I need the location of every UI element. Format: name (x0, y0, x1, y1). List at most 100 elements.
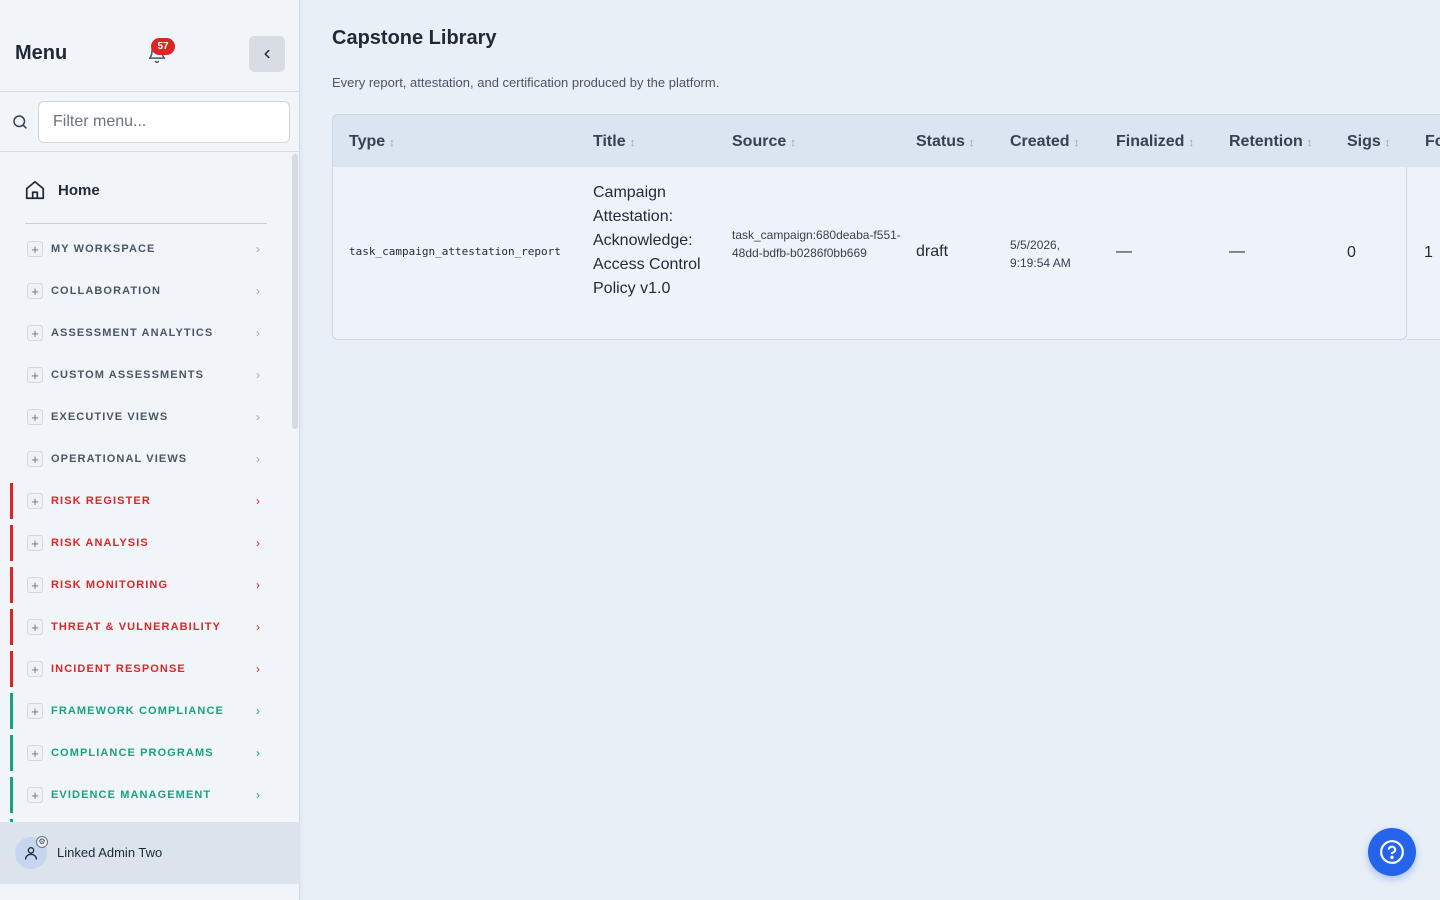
plus-icon[interactable]: + (27, 325, 43, 341)
cell-created: 5/5/2026, 9:19:54 AM (1010, 238, 1071, 270)
sidebar-group-label: EXECUTIVE VIEWS (51, 411, 169, 423)
sidebar-group-risk-analysis[interactable]: + RISK ANALYSIS › (10, 525, 272, 561)
table-row[interactable]: task_campaign_attestation_report Campaig… (332, 167, 1407, 340)
cell-retention: — (1229, 243, 1245, 260)
sidebar-group-risk-register[interactable]: + RISK REGISTER › (10, 483, 272, 519)
group-accent-bar (10, 567, 13, 603)
plus-icon[interactable]: + (27, 409, 43, 425)
sidebar-group-incident-response[interactable]: + INCIDENT RESPONSE › (10, 651, 272, 687)
column-header-finalized[interactable]: Finalized ↕ (1116, 133, 1194, 151)
help-circle-icon (1380, 840, 1404, 864)
plus-icon[interactable]: + (27, 787, 43, 803)
cell-finalized: — (1116, 243, 1132, 260)
chevron-right-icon: › (256, 494, 260, 508)
sort-icon: ↕ (1384, 137, 1391, 149)
cell-sigs: 0 (1347, 244, 1356, 261)
plus-icon[interactable]: + (27, 367, 43, 383)
sidebar-group-label: EVIDENCE MANAGEMENT (51, 789, 212, 801)
sidebar-scrollbar[interactable] (292, 154, 298, 429)
sort-icon: ↕ (389, 137, 395, 149)
plus-icon[interactable]: + (27, 493, 43, 509)
sidebar-header: Menu 57 (0, 0, 299, 92)
plus-icon[interactable]: + (27, 703, 43, 719)
plus-icon[interactable]: + (27, 745, 43, 761)
help-button[interactable] (1368, 828, 1416, 876)
home-icon (25, 180, 45, 200)
chevron-right-icon: › (256, 452, 260, 466)
sort-icon: ↕ (1073, 137, 1080, 149)
plus-icon[interactable]: + (27, 577, 43, 593)
sidebar-title: Menu (15, 42, 68, 64)
collapse-sidebar-button[interactable] (249, 36, 285, 72)
column-header-fo[interactable]: Fo (1425, 133, 1440, 151)
column-header-status[interactable]: Status ↕ (916, 133, 974, 151)
chevron-right-icon: › (256, 620, 260, 634)
chevron-right-icon: › (256, 410, 260, 424)
library-table: Type ↕ Title ↕ Source ↕ Status ↕ Created ↕ Fi… (332, 114, 1440, 340)
divider (25, 223, 267, 224)
column-header-sigs[interactable]: Sigs ↕ (1347, 133, 1390, 151)
column-header-retention[interactable]: Retention ↕ (1229, 133, 1312, 151)
sidebar-group-compliance-programs[interactable]: + COMPLIANCE PROGRAMS › (10, 735, 272, 771)
search-icon (13, 115, 27, 129)
sidebar-group-threat-vulnerability[interactable]: + THREAT & VULNERABILITY › (10, 609, 272, 645)
sidebar-group-collaboration[interactable]: + COLLABORATION › (10, 273, 272, 309)
sidebar-group-operational-views[interactable]: + OPERATIONAL VIEWS › (10, 441, 272, 477)
sidebar-item-label: Home (58, 181, 100, 199)
sidebar-group-label: RISK ANALYSIS (51, 537, 149, 549)
plus-icon[interactable]: + (27, 661, 43, 677)
plus-icon[interactable]: + (27, 619, 43, 635)
column-header-title[interactable]: Title ↕ (593, 133, 635, 151)
sidebar-group-label: THREAT & VULNERABILITY (51, 621, 222, 633)
chevron-right-icon: › (256, 662, 260, 676)
page-title: Capstone Library (332, 27, 497, 49)
sidebar-group-evidence-management[interactable]: + EVIDENCE MANAGEMENT › (10, 777, 272, 813)
group-accent-bar (10, 609, 13, 645)
sort-icon: ↕ (1188, 137, 1194, 149)
column-header-source[interactable]: Source ↕ (732, 133, 796, 151)
chevron-right-icon: › (256, 284, 260, 298)
sidebar-group-label: OPERATIONAL VIEWS (51, 453, 188, 465)
sidebar-item-home[interactable]: Home (24, 178, 100, 202)
notification-badge: 57 (151, 38, 175, 55)
group-accent-bar (10, 735, 13, 771)
sidebar-group-label: MY WORKSPACE (51, 243, 156, 255)
sidebar-group-label: FRAMEWORK COMPLIANCE (51, 705, 224, 717)
sort-icon: ↕ (629, 137, 636, 149)
plus-icon[interactable]: + (27, 451, 43, 467)
plus-icon[interactable]: + (27, 535, 43, 551)
chevron-right-icon: › (256, 578, 260, 592)
column-header-type[interactable]: Type ↕ (349, 133, 395, 151)
gear-icon: ⚙ (36, 836, 48, 848)
column-header-created[interactable]: Created ↕ (1010, 133, 1079, 151)
sidebar-group-my-workspace[interactable]: + MY WORKSPACE › (10, 231, 272, 267)
sidebar-group-executive-views[interactable]: + EXECUTIVE VIEWS › (10, 399, 272, 435)
chevron-right-icon: › (256, 746, 260, 760)
sort-icon: ↕ (790, 137, 796, 149)
chevron-right-icon: › (256, 788, 260, 802)
chevron-right-icon: › (256, 704, 260, 718)
chevron-right-icon: › (256, 536, 260, 550)
filter-menu-input[interactable] (38, 101, 290, 143)
group-accent-bar (10, 525, 13, 561)
cell-type: task_campaign_attestation_report (349, 245, 561, 258)
sidebar-group-risk-monitoring[interactable]: + RISK MONITORING › (10, 567, 272, 603)
chevron-right-icon: › (256, 326, 260, 340)
sidebar-group-label: ASSESSMENT ANALYTICS (51, 327, 214, 339)
sidebar-group-label: INCIDENT RESPONSE (51, 663, 186, 675)
page-subtitle: Every report, attestation, and certifica… (332, 75, 720, 90)
group-accent-bar (10, 483, 13, 519)
table-header: Type ↕ Title ↕ Source ↕ Status ↕ Created ↕ Fi… (332, 114, 1440, 168)
group-accent-bar (10, 651, 13, 687)
sidebar-group-label: RISK REGISTER (51, 495, 151, 507)
sidebar-group-assessment-analytics[interactable]: + ASSESSMENT ANALYTICS › (10, 315, 272, 351)
user-profile[interactable]: ⚙ Linked Admin Two (0, 822, 300, 884)
plus-icon[interactable]: + (27, 241, 43, 257)
sidebar-group-framework-compliance[interactable]: + FRAMEWORK COMPLIANCE › (10, 693, 272, 729)
sidebar-group-label: RISK MONITORING (51, 579, 169, 591)
sidebar-group-custom-assessments[interactable]: + CUSTOM ASSESSMENTS › (10, 357, 272, 393)
plus-icon[interactable]: + (27, 283, 43, 299)
sidebar-search (0, 92, 299, 152)
sidebar-group-label: CUSTOM ASSESSMENTS (51, 369, 205, 381)
chevron-left-icon (264, 49, 270, 59)
